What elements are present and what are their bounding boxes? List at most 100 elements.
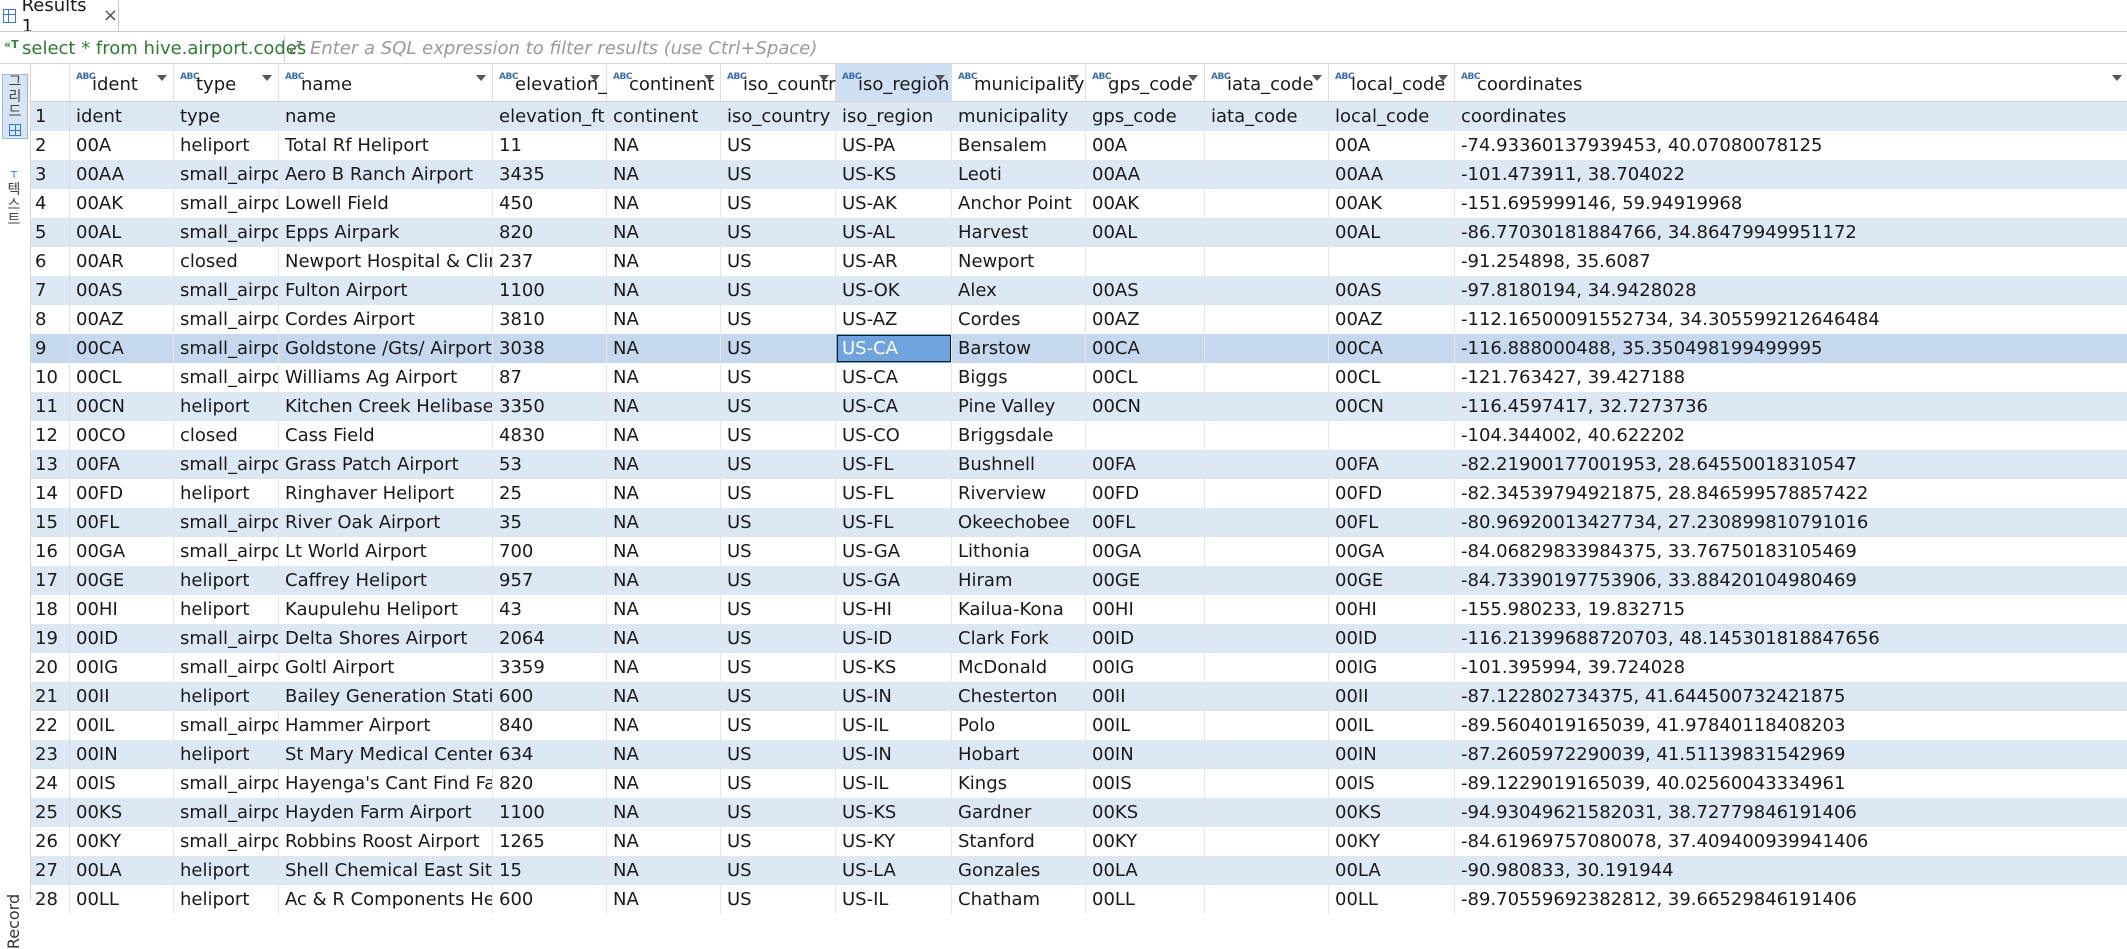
cell-coordinates[interactable]: -116.888000488, 35.350498199499995 xyxy=(1455,334,2127,363)
cell-municipality[interactable]: Leoti xyxy=(952,160,1086,189)
cell-gps-code[interactable]: 00IN xyxy=(1086,740,1205,769)
sort-dropdown-icon[interactable] xyxy=(476,75,486,81)
table-row[interactable]: 1500FLsmall_airportRiver Oak Airport35NA… xyxy=(31,508,2127,537)
cell-iata-code[interactable] xyxy=(1205,595,1329,624)
cell-continent[interactable]: NA xyxy=(607,131,721,160)
cell-municipality[interactable]: Gardner xyxy=(952,798,1086,827)
cell-local-code[interactable]: 00IL xyxy=(1329,711,1455,740)
cell-type[interactable]: small_airport xyxy=(174,218,279,247)
table-row[interactable]: 1300FAsmall_airportGrass Patch Airport53… xyxy=(31,450,2127,479)
row-number[interactable]: 1 xyxy=(31,102,70,131)
cell-continent[interactable]: NA xyxy=(607,740,721,769)
cell-type[interactable]: small_airport xyxy=(174,450,279,479)
cell-iso-country[interactable]: US xyxy=(721,276,836,305)
cell-gps-code[interactable]: 00II xyxy=(1086,682,1205,711)
cell-municipality[interactable]: Hobart xyxy=(952,740,1086,769)
cell-local-code[interactable] xyxy=(1329,247,1455,276)
cell-municipality[interactable]: Anchor Point xyxy=(952,189,1086,218)
column-header-ident[interactable]: ABC ident xyxy=(70,64,174,102)
cell-iata-code[interactable] xyxy=(1205,392,1329,421)
expand-icon[interactable]: ⤢ xyxy=(289,37,302,57)
column-header-continent[interactable]: ABC continent xyxy=(607,64,721,102)
cell-gps-code[interactable] xyxy=(1086,247,1205,276)
cell-iso-region[interactable]: US-IN xyxy=(836,740,952,769)
cell-coordinates[interactable]: -97.8180194, 34.9428028 xyxy=(1455,276,2127,305)
cell-ident[interactable]: 00CO xyxy=(70,421,174,450)
row-number[interactable]: 9 xyxy=(31,334,70,363)
row-number[interactable]: 14 xyxy=(31,479,70,508)
cell-local-code[interactable]: 00LL xyxy=(1329,885,1455,914)
cell-elevation-ft[interactable]: 3038 xyxy=(493,334,607,363)
table-row[interactable]: 2600KYsmall_airportRobbins Roost Airport… xyxy=(31,827,2127,856)
row-number[interactable]: 17 xyxy=(31,566,70,595)
cell-iata-code[interactable] xyxy=(1205,624,1329,653)
cell-gps-code[interactable]: 00AA xyxy=(1086,160,1205,189)
cell-coordinates[interactable]: -101.395994, 39.724028 xyxy=(1455,653,2127,682)
cell-local-code[interactable]: 00CA xyxy=(1329,334,1455,363)
cell-gps-code[interactable]: 00AK xyxy=(1086,189,1205,218)
cell-iso-region[interactable]: US-CA xyxy=(836,392,952,421)
cell-elevation-ft[interactable]: 4830 xyxy=(493,421,607,450)
cell-name[interactable]: Epps Airpark xyxy=(279,218,493,247)
cell-local-code[interactable]: 00AK xyxy=(1329,189,1455,218)
cell-continent[interactable]: NA xyxy=(607,885,721,914)
table-row[interactable]: 2300INheliportSt Mary Medical Center Hel… xyxy=(31,740,2127,769)
cell-type[interactable]: small_airport xyxy=(174,305,279,334)
column-header-gps-code[interactable]: ABC gps_code xyxy=(1086,64,1205,102)
cell-elevation-ft[interactable]: 3350 xyxy=(493,392,607,421)
cell-gps-code[interactable]: 00KY xyxy=(1086,827,1205,856)
cell-continent[interactable]: NA xyxy=(607,624,721,653)
column-header-municipality[interactable]: ABC municipality xyxy=(952,64,1086,102)
cell-iso-region[interactable]: US-CO xyxy=(836,421,952,450)
cell-iata-code[interactable] xyxy=(1205,247,1329,276)
cell-coordinates[interactable]: -121.763427, 39.427188 xyxy=(1455,363,2127,392)
cell-gps-code[interactable]: 00A xyxy=(1086,131,1205,160)
cell-local-code[interactable]: 00CN xyxy=(1329,392,1455,421)
cell-coordinates[interactable]: -89.1229019165039, 40.02560043334961 xyxy=(1455,769,2127,798)
cell-municipality[interactable]: Bensalem xyxy=(952,131,1086,160)
cell-elevation-ft[interactable]: 1100 xyxy=(493,798,607,827)
cell-ident[interactable]: 00A xyxy=(70,131,174,160)
cell-continent[interactable]: NA xyxy=(607,711,721,740)
cell-elevation-ft[interactable]: 820 xyxy=(493,218,607,247)
cell-local-code[interactable]: local_code xyxy=(1329,102,1455,131)
cell-iata-code[interactable] xyxy=(1205,885,1329,914)
cell-ident[interactable]: 00IG xyxy=(70,653,174,682)
sort-dropdown-icon[interactable] xyxy=(704,75,714,81)
cell-continent[interactable]: continent xyxy=(607,102,721,131)
cell-iata-code[interactable] xyxy=(1205,856,1329,885)
cell-municipality[interactable]: Biggs xyxy=(952,363,1086,392)
sort-dropdown-icon[interactable] xyxy=(590,75,600,81)
table-row[interactable]: 2700LAheliportShell Chemical East Site H… xyxy=(31,856,2127,885)
cell-ident[interactable]: 00FL xyxy=(70,508,174,537)
cell-ident[interactable]: 00KY xyxy=(70,827,174,856)
cell-name[interactable]: Fulton Airport xyxy=(279,276,493,305)
cell-type[interactable]: small_airport xyxy=(174,624,279,653)
grid-view-button[interactable]: 그리드 xyxy=(2,74,28,139)
cell-gps-code[interactable] xyxy=(1086,421,1205,450)
cell-municipality[interactable]: Briggsdale xyxy=(952,421,1086,450)
record-mode-button[interactable]: Record xyxy=(4,894,23,949)
cell-type[interactable]: small_airport xyxy=(174,276,279,305)
cell-gps-code[interactable]: 00LA xyxy=(1086,856,1205,885)
cell-municipality[interactable]: Cordes xyxy=(952,305,1086,334)
cell-local-code[interactable]: 00FA xyxy=(1329,450,1455,479)
cell-continent[interactable]: NA xyxy=(607,769,721,798)
cell-ident[interactable]: 00FD xyxy=(70,479,174,508)
cell-municipality[interactable]: Chesterton xyxy=(952,682,1086,711)
cell-gps-code[interactable]: 00IL xyxy=(1086,711,1205,740)
cell-municipality[interactable]: McDonald xyxy=(952,653,1086,682)
cell-name[interactable]: Cass Field xyxy=(279,421,493,450)
cell-gps-code[interactable]: 00GE xyxy=(1086,566,1205,595)
cell-coordinates[interactable]: -87.122802734375, 41.644500732421875 xyxy=(1455,682,2127,711)
cell-type[interactable]: heliport xyxy=(174,740,279,769)
cell-continent[interactable]: NA xyxy=(607,856,721,885)
cell-elevation-ft[interactable]: 2064 xyxy=(493,624,607,653)
cell-coordinates[interactable]: -151.695999146, 59.94919968 xyxy=(1455,189,2127,218)
cell-municipality[interactable]: Barstow xyxy=(952,334,1086,363)
cell-municipality[interactable]: Clark Fork xyxy=(952,624,1086,653)
cell-iso-region[interactable]: US-KS xyxy=(836,798,952,827)
cell-continent[interactable]: NA xyxy=(607,363,721,392)
cell-iata-code[interactable] xyxy=(1205,421,1329,450)
table-row[interactable]: 500ALsmall_airportEpps Airpark820NAUSUS-… xyxy=(31,218,2127,247)
